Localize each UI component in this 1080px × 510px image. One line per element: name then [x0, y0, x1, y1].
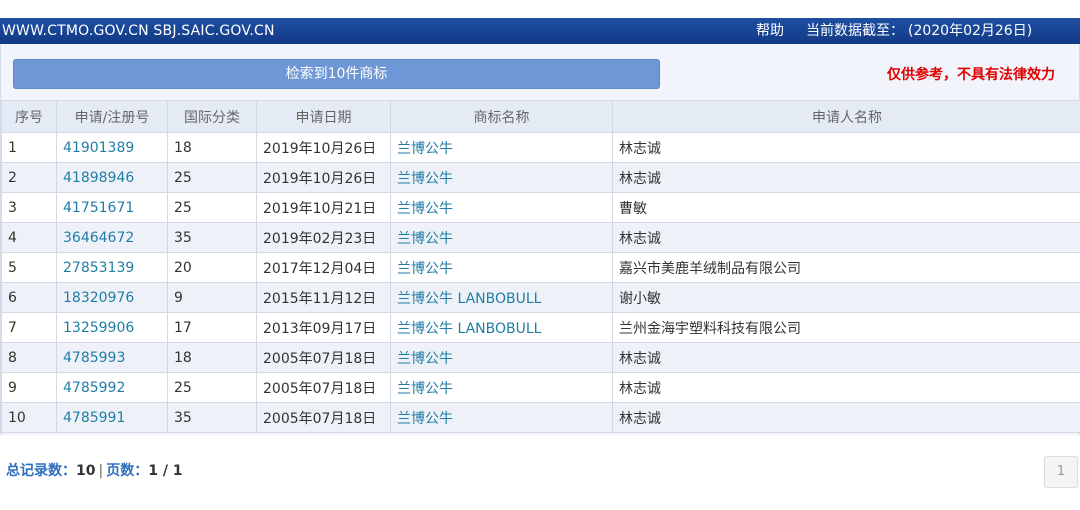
cell-serial: 1: [1, 132, 57, 163]
cell-applicant: 林志诚: [612, 342, 1080, 373]
reg-number-link[interactable]: 4785993: [56, 342, 168, 373]
cell-date: 2019年10月26日: [256, 132, 391, 163]
cell-applicant: 谢小敏: [612, 282, 1080, 313]
trademark-name-link[interactable]: 兰博公牛: [390, 192, 613, 223]
reg-number-link[interactable]: 41751671: [56, 192, 168, 223]
cell-serial: 7: [1, 312, 57, 343]
cell-serial: 6: [1, 282, 57, 313]
cell-date: 2019年02月23日: [256, 222, 391, 253]
cell-class: 20: [167, 252, 257, 283]
cell-applicant: 林志诚: [612, 162, 1080, 193]
trademark-results-table: 序号 申请/注册号 国际分类 申请日期 商标名称 申请人名称 1 4190138…: [1, 100, 1080, 433]
summary-separator: |: [98, 463, 104, 479]
table-row: 3 41751671 25 2019年10月21日 兰博公牛 曹敏: [1, 192, 1080, 223]
reg-number-link[interactable]: 13259906: [56, 312, 168, 343]
disclaimer-text: 仅供参考，不具有法律效力: [887, 67, 1055, 83]
cell-applicant: 林志诚: [612, 222, 1080, 253]
cell-class: 17: [167, 312, 257, 343]
data-cutoff-date: (2020年02月26日): [908, 23, 1033, 39]
cell-date: 2005年07月18日: [256, 342, 391, 373]
reg-number-link[interactable]: 36464672: [56, 222, 168, 253]
table-row: 7 13259906 17 2013年09月17日 兰博公牛 LANBOBULL…: [1, 312, 1080, 343]
cell-date: 2013年09月17日: [256, 312, 391, 343]
column-header-applicant: 申请人名称: [612, 100, 1080, 133]
table-row: 5 27853139 20 2017年12月04日 兰博公牛 嘉兴市美鹿羊绒制品…: [1, 252, 1080, 283]
cell-applicant: 林志诚: [612, 402, 1080, 433]
cell-date: 2017年12月04日: [256, 252, 391, 283]
cell-class: 35: [167, 222, 257, 253]
cell-date: 2005年07月18日: [256, 372, 391, 403]
reg-number-link[interactable]: 4785992: [56, 372, 168, 403]
cell-class: 18: [167, 132, 257, 163]
cell-class: 18: [167, 342, 257, 373]
page-count-label: 页数：: [106, 463, 149, 479]
trademark-name-link[interactable]: 兰博公牛: [390, 162, 613, 193]
cell-applicant: 林志诚: [612, 372, 1080, 403]
table-row: 6 18320976 9 2015年11月12日 兰博公牛 LANBOBULL …: [1, 282, 1080, 313]
cell-date: 2005年07月18日: [256, 402, 391, 433]
reg-number-link[interactable]: 18320976: [56, 282, 168, 313]
cell-date: 2019年10月21日: [256, 192, 391, 223]
total-records-label: 总记录数：: [6, 463, 76, 479]
cell-serial: 4: [1, 222, 57, 253]
cell-serial: 5: [1, 252, 57, 283]
cell-applicant: 林志诚: [612, 132, 1080, 163]
cell-applicant: 嘉兴市美鹿羊绒制品有限公司: [612, 252, 1080, 283]
cell-class: 25: [167, 372, 257, 403]
cell-date: 2015年11月12日: [256, 282, 391, 313]
cell-applicant: 兰州金海宇塑料科技有限公司: [612, 312, 1080, 343]
column-header-trademark-name: 商标名称: [390, 100, 613, 133]
trademark-name-link[interactable]: 兰博公牛: [390, 252, 613, 283]
table-row: 9 4785992 25 2005年07月18日 兰博公牛 林志诚: [1, 372, 1080, 403]
reg-number-link[interactable]: 4785991: [56, 402, 168, 433]
column-header-class: 国际分类: [167, 100, 257, 133]
cell-applicant: 曹敏: [612, 192, 1080, 223]
table-header-row: 序号 申请/注册号 国际分类 申请日期 商标名称 申请人名称: [1, 100, 1080, 133]
total-records-value: 10: [76, 463, 96, 479]
cell-class: 9: [167, 282, 257, 313]
table-row: 1 41901389 18 2019年10月26日 兰博公牛 林志诚: [1, 132, 1080, 163]
trademark-name-link[interactable]: 兰博公牛: [390, 342, 613, 373]
reg-number-link[interactable]: 27853139: [56, 252, 168, 283]
top-header-bar: WWW.CTMO.GOV.CN SBJ.SAIC.GOV.CN 帮助 当前数据截…: [0, 18, 1080, 44]
reg-number-link[interactable]: 41898946: [56, 162, 168, 193]
cell-serial: 3: [1, 192, 57, 223]
results-panel: 检索到10件商标 仅供参考，不具有法律效力 序号 申请/注册号 国际分类 申请日…: [0, 44, 1080, 435]
cell-class: 25: [167, 192, 257, 223]
data-cutoff-label: 当前数据截至：: [806, 23, 904, 39]
help-link[interactable]: 帮助: [756, 18, 784, 44]
page-count-value: 1 / 1: [148, 463, 183, 479]
pagination-summary: 总记录数：10 | 页数：1 / 1: [6, 460, 183, 480]
result-summary-bar: 检索到10件商标: [13, 59, 660, 89]
table-row: 8 4785993 18 2005年07月18日 兰博公牛 林志诚: [1, 342, 1080, 373]
table-row: 10 4785991 35 2005年07月18日 兰博公牛 林志诚: [1, 402, 1080, 433]
trademark-name-link[interactable]: 兰博公牛: [390, 372, 613, 403]
reg-number-link[interactable]: 41901389: [56, 132, 168, 163]
page-button-1[interactable]: 1: [1044, 456, 1078, 488]
site-url: WWW.CTMO.GOV.CN SBJ.SAIC.GOV.CN: [2, 23, 275, 39]
trademark-name-link[interactable]: 兰博公牛 LANBOBULL: [390, 282, 613, 313]
cell-serial: 10: [1, 402, 57, 433]
cell-class: 35: [167, 402, 257, 433]
trademark-name-link[interactable]: 兰博公牛: [390, 222, 613, 253]
table-row: 2 41898946 25 2019年10月26日 兰博公牛 林志诚: [1, 162, 1080, 193]
cell-serial: 9: [1, 372, 57, 403]
column-header-serial: 序号: [1, 100, 57, 133]
column-header-date: 申请日期: [256, 100, 391, 133]
cell-class: 25: [167, 162, 257, 193]
trademark-name-link[interactable]: 兰博公牛: [390, 132, 613, 163]
trademark-name-link[interactable]: 兰博公牛: [390, 402, 613, 433]
column-header-reg-number: 申请/注册号: [56, 100, 168, 133]
trademark-name-link[interactable]: 兰博公牛 LANBOBULL: [390, 312, 613, 343]
table-row: 4 36464672 35 2019年02月23日 兰博公牛 林志诚: [1, 222, 1080, 253]
cell-date: 2019年10月26日: [256, 162, 391, 193]
cell-serial: 2: [1, 162, 57, 193]
cell-serial: 8: [1, 342, 57, 373]
data-cutoff: 当前数据截至： (2020年02月26日): [806, 18, 1032, 44]
